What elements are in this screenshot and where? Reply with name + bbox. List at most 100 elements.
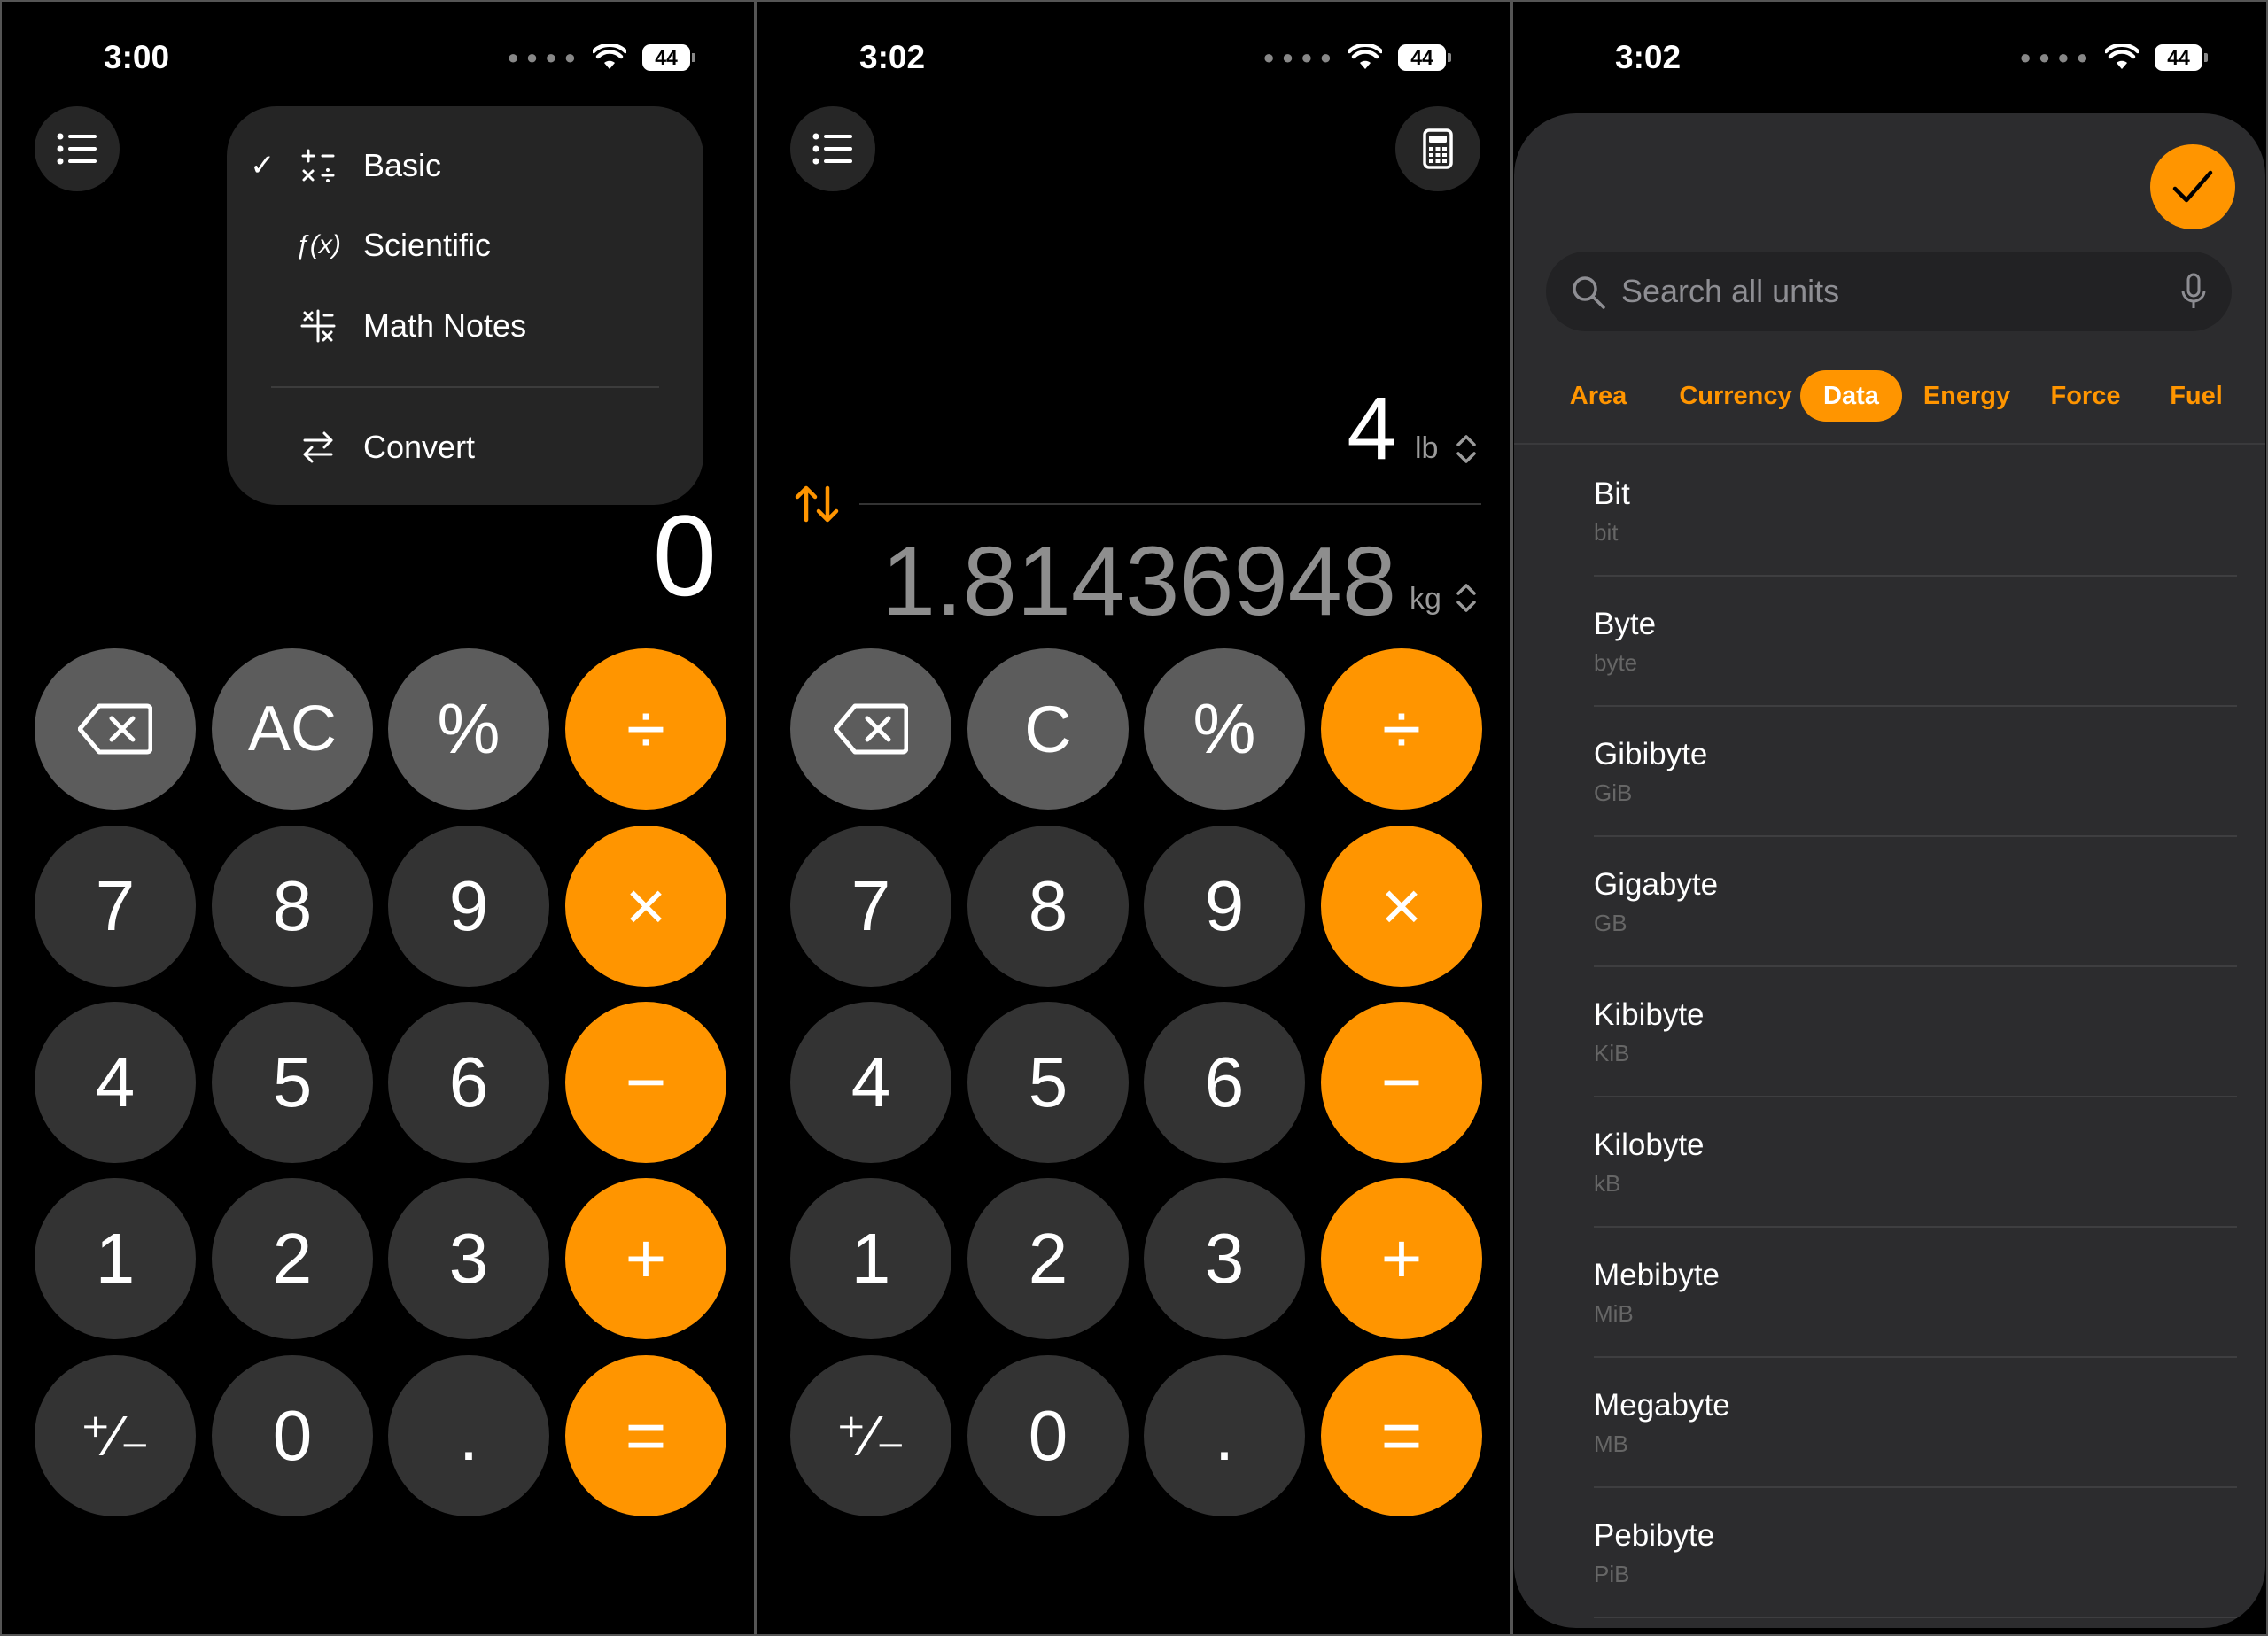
- divide-button[interactable]: ÷: [1321, 648, 1482, 810]
- unit-row-kilobyte[interactable]: Kilobyte kB: [1594, 1096, 2237, 1228]
- unit-row-kibibyte[interactable]: Kibibyte KiB: [1594, 965, 2237, 1097]
- basic-ops-icon: [296, 143, 340, 188]
- digit-7-button[interactable]: 7: [35, 826, 196, 987]
- input-value[interactable]: 4: [1347, 384, 1396, 473]
- input-unit-label[interactable]: lb: [1415, 431, 1438, 466]
- unit-abbreviation: GB: [1594, 910, 1627, 936]
- unit-abbreviation: GiB: [1594, 779, 1633, 806]
- plus-minus-button[interactable]: ⁺∕₋: [790, 1355, 951, 1516]
- math-notes-icon: [296, 304, 340, 348]
- equals-button[interactable]: =: [1321, 1355, 1482, 1516]
- minus-button[interactable]: −: [1321, 1002, 1482, 1163]
- unit-row-pebibyte[interactable]: Pebibyte PiB: [1594, 1486, 2237, 1618]
- equals-button[interactable]: =: [565, 1355, 726, 1516]
- digit-5-button[interactable]: 5: [967, 1002, 1129, 1163]
- status-indicators: ● ● ● ● 44: [2019, 44, 2208, 71]
- search-placeholder: Search all units: [1621, 273, 1840, 309]
- tab-area[interactable]: Area: [1550, 370, 1647, 422]
- status-time: 3:02: [859, 39, 926, 75]
- menu-separator: [271, 386, 659, 388]
- digit-3-button[interactable]: 3: [1144, 1178, 1305, 1339]
- tab-energy[interactable]: Energy: [1915, 370, 2019, 422]
- unit-name: Gibibyte: [1594, 737, 1708, 771]
- calculator-icon: [1423, 128, 1453, 169]
- backspace-button[interactable]: [35, 648, 196, 810]
- phone-basic-menu: 3:00 ● ● ● ● 44 ✓ Basic ƒ(x) Scientific: [0, 0, 756, 1636]
- unit-row-bit[interactable]: Bit bit: [1594, 445, 2237, 577]
- digit-9-button[interactable]: 9: [1144, 826, 1305, 987]
- mode-menu: ✓ Basic ƒ(x) Scientific Math Notes Conve…: [227, 106, 703, 505]
- decimal-button[interactable]: .: [1144, 1355, 1305, 1516]
- tab-data[interactable]: Data: [1800, 370, 1902, 422]
- clear-button[interactable]: C: [967, 648, 1129, 810]
- wifi-icon: [2105, 44, 2139, 69]
- status-indicators: ● ● ● ● 44: [507, 44, 695, 71]
- output-unit-label[interactable]: kg: [1410, 582, 1441, 616]
- digit-4-button[interactable]: 4: [790, 1002, 951, 1163]
- cellular-signal-icon: ● ● ● ●: [507, 46, 577, 68]
- cellular-signal-icon: ● ● ● ●: [2019, 46, 2089, 68]
- percent-button[interactable]: %: [388, 648, 549, 810]
- plus-minus-button[interactable]: ⁺∕₋: [35, 1355, 196, 1516]
- unit-search-field[interactable]: Search all units: [1546, 252, 2232, 331]
- plus-button[interactable]: +: [1321, 1178, 1482, 1339]
- unit-name: Kilobyte: [1594, 1128, 1705, 1162]
- done-button[interactable]: [2150, 144, 2235, 229]
- digit-8-button[interactable]: 8: [212, 826, 373, 987]
- tab-force[interactable]: Force: [2037, 370, 2134, 422]
- digit-2-button[interactable]: 2: [967, 1178, 1129, 1339]
- unit-abbreviation: KiB: [1594, 1040, 1630, 1066]
- digit-0-button[interactable]: 0: [967, 1355, 1129, 1516]
- unit-row-mebibyte[interactable]: Mebibyte MiB: [1594, 1226, 2237, 1358]
- checkmark-icon: ✓: [250, 149, 276, 182]
- backspace-button[interactable]: [790, 648, 951, 810]
- multiply-button[interactable]: ×: [1321, 826, 1482, 987]
- wifi-icon: [1348, 44, 1382, 69]
- digit-6-button[interactable]: 6: [1144, 1002, 1305, 1163]
- divide-button[interactable]: ÷: [565, 648, 726, 810]
- unit-row-megabyte[interactable]: Megabyte MB: [1594, 1356, 2237, 1488]
- menu-item-scientific[interactable]: ƒ(x) Scientific: [227, 214, 703, 276]
- unit-category-tabs: Area Currency Data Energy Force Fuel: [1514, 370, 2265, 423]
- menu-item-convert[interactable]: Convert: [227, 416, 703, 478]
- unit-picker-chevron-icon[interactable]: [1454, 431, 1479, 467]
- history-list-button[interactable]: [790, 106, 875, 191]
- plus-button[interactable]: +: [565, 1178, 726, 1339]
- digit-3-button[interactable]: 3: [388, 1178, 549, 1339]
- decimal-button[interactable]: .: [388, 1355, 549, 1516]
- digit-9-button[interactable]: 9: [388, 826, 549, 987]
- unit-name: Bit: [1594, 477, 1630, 511]
- unit-row-gigabyte[interactable]: Gigabyte GB: [1594, 835, 2237, 967]
- menu-label-convert: Convert: [363, 429, 476, 465]
- digit-1-button[interactable]: 1: [790, 1178, 951, 1339]
- unit-picker-sheet: Search all units Area Currency Data Ener…: [1514, 113, 2265, 1628]
- tab-fuel[interactable]: Fuel: [2152, 370, 2241, 422]
- unit-abbreviation: PiB: [1594, 1561, 1630, 1587]
- unit-row-gibibyte[interactable]: Gibibyte GiB: [1594, 705, 2237, 837]
- minus-button[interactable]: −: [565, 1002, 726, 1163]
- wifi-icon: [593, 44, 626, 69]
- multiply-button[interactable]: ×: [565, 826, 726, 987]
- menu-item-basic[interactable]: ✓ Basic: [227, 135, 703, 197]
- screenshot-stage: 3:00 ● ● ● ● 44 ✓ Basic ƒ(x) Scientific: [0, 0, 2268, 1636]
- result-display: 0: [652, 491, 717, 620]
- microphone-icon[interactable]: [2180, 273, 2207, 312]
- swap-units-icon[interactable]: [793, 483, 841, 525]
- digit-6-button[interactable]: 6: [388, 1002, 549, 1163]
- unit-row-byte[interactable]: Byte byte: [1594, 575, 2237, 707]
- digit-0-button[interactable]: 0: [212, 1355, 373, 1516]
- menu-item-math-notes[interactable]: Math Notes: [227, 295, 703, 357]
- digit-1-button[interactable]: 1: [35, 1178, 196, 1339]
- all-clear-button[interactable]: AC: [212, 648, 373, 810]
- history-list-button[interactable]: [35, 106, 120, 191]
- digit-2-button[interactable]: 2: [212, 1178, 373, 1339]
- percent-button[interactable]: %: [1144, 648, 1305, 810]
- calculator-mode-button[interactable]: [1395, 106, 1480, 191]
- unit-picker-chevron-icon[interactable]: [1454, 580, 1479, 616]
- digit-4-button[interactable]: 4: [35, 1002, 196, 1163]
- digit-8-button[interactable]: 8: [967, 826, 1129, 987]
- tab-currency[interactable]: Currency: [1665, 370, 1806, 422]
- digit-5-button[interactable]: 5: [212, 1002, 373, 1163]
- backspace-icon: [78, 703, 152, 755]
- digit-7-button[interactable]: 7: [790, 826, 951, 987]
